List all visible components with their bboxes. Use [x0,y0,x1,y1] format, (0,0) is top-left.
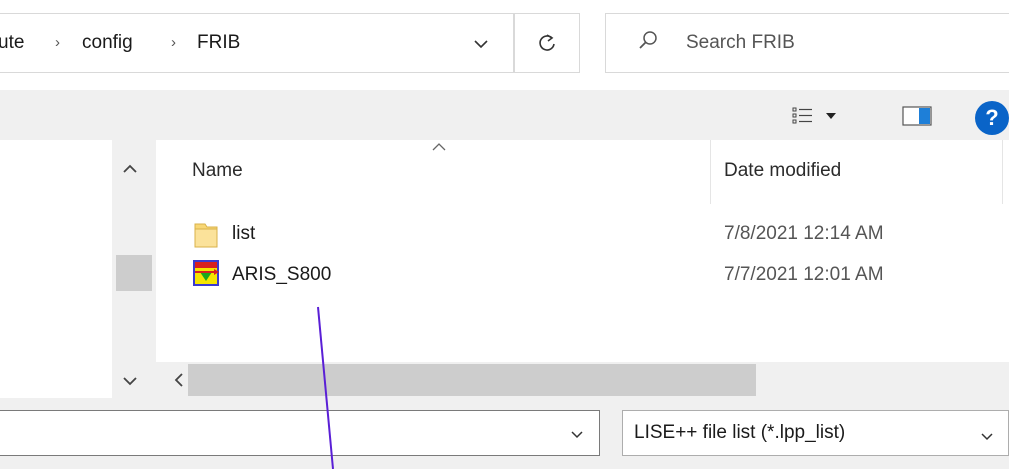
search-input[interactable] [605,13,1009,73]
chevron-down-icon[interactable] [824,109,838,123]
scroll-up-icon[interactable] [121,160,139,178]
nav-scrollbar-thumb[interactable] [116,255,152,291]
lise-file-icon[interactable] [192,259,220,287]
list-item-name[interactable]: ARIS_S800 [232,264,331,286]
file-name-input[interactable] [0,410,600,456]
breadcrumb-item-frib[interactable]: FRIB [197,13,240,73]
list-item-date: 7/7/2021 12:01 AM [724,264,884,285]
view-options-icon[interactable] [790,105,818,127]
breadcrumb-item-parent[interactable]: ute [0,13,24,73]
column-header-date-modified[interactable]: Date modified [724,160,841,182]
search-icon [639,31,657,49]
chevron-down-icon[interactable] [470,33,492,55]
breadcrumb-item-config[interactable]: config [82,13,133,73]
scroll-down-icon[interactable] [121,372,139,390]
file-type-selected[interactable]: LISE++ file list (*.lpp_list) [634,410,845,456]
scroll-left-icon[interactable] [170,370,190,390]
refresh-icon[interactable] [535,31,559,55]
list-item-date: 7/8/2021 12:14 AM [724,223,884,244]
breadcrumb-separator[interactable]: › [55,13,60,73]
chevron-down-icon[interactable] [978,428,996,446]
toolbar [0,90,1009,140]
breadcrumb-separator[interactable]: › [171,13,176,73]
sort-ascending-icon [432,143,446,151]
column-header-name[interactable]: Name [192,160,243,182]
help-icon[interactable]: ? [975,101,1009,135]
column-divider[interactable] [710,140,711,204]
list-scrollbar-thumb[interactable] [188,364,756,396]
chevron-down-icon[interactable] [568,426,586,444]
address-bar[interactable] [0,13,514,73]
column-divider[interactable] [1002,140,1003,204]
folder-icon[interactable] [193,220,219,250]
list-item-name[interactable]: list [232,223,255,245]
preview-pane-icon[interactable] [902,106,932,126]
search-placeholder[interactable]: Search FRIB [686,13,795,73]
